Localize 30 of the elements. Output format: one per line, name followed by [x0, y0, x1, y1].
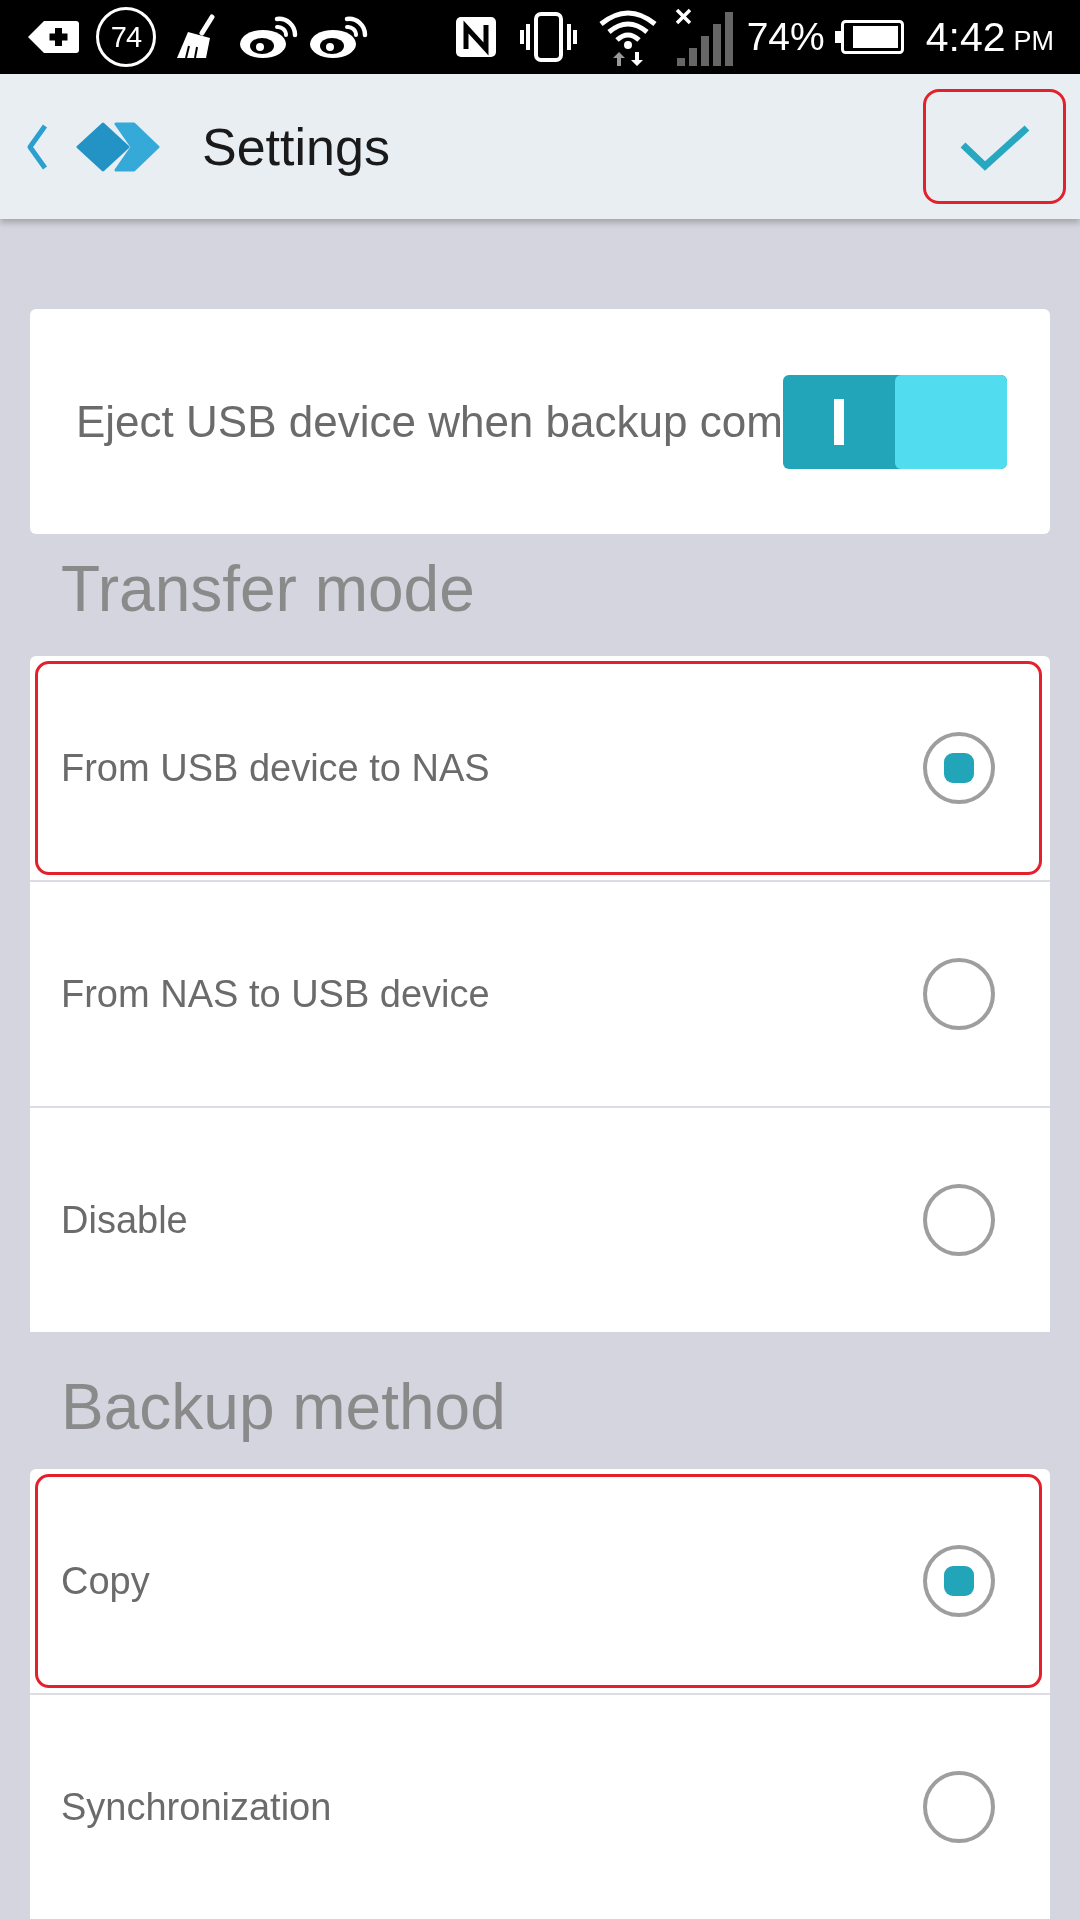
nfc-icon — [453, 15, 498, 59]
option-label[interactable]: Disable — [61, 1198, 188, 1242]
on-mark-icon — [834, 398, 844, 445]
section-heading: Transfer mode — [61, 553, 475, 625]
radio-button[interactable] — [923, 1184, 995, 1256]
toggle-switch[interactable] — [783, 374, 1007, 469]
eye-logo-icon — [309, 15, 369, 59]
radio-button[interactable] — [923, 1771, 995, 1843]
option-label[interactable]: Copy — [61, 1559, 150, 1603]
screen-title: Settings — [202, 116, 390, 177]
notification-count: 74 — [96, 7, 156, 67]
clock-meridiem: PM — [1013, 24, 1054, 57]
tag-plus-icon — [28, 21, 79, 53]
confirm-button[interactable] — [923, 89, 1066, 204]
radio-button[interactable] — [923, 1545, 995, 1617]
option-label[interactable]: From USB device to NAS — [61, 746, 490, 790]
option-label[interactable]: From NAS to USB device — [61, 972, 490, 1016]
radio-button[interactable] — [923, 732, 995, 804]
clock-time: 4:42 — [925, 13, 1006, 61]
battery-percent: 74% — [746, 15, 825, 59]
diamond-logo-icon — [76, 121, 160, 172]
battery-icon — [834, 20, 904, 54]
broom-icon — [175, 14, 218, 60]
option-label[interactable]: Synchronization — [61, 1785, 332, 1829]
section-heading: Backup method — [61, 1371, 506, 1443]
setting-label: Eject USB device when backup com — [76, 396, 783, 447]
signal-icon — [674, 8, 733, 66]
vibrate-icon — [518, 12, 578, 62]
radio-button[interactable] — [923, 958, 995, 1030]
eye-logo-icon — [239, 15, 299, 59]
